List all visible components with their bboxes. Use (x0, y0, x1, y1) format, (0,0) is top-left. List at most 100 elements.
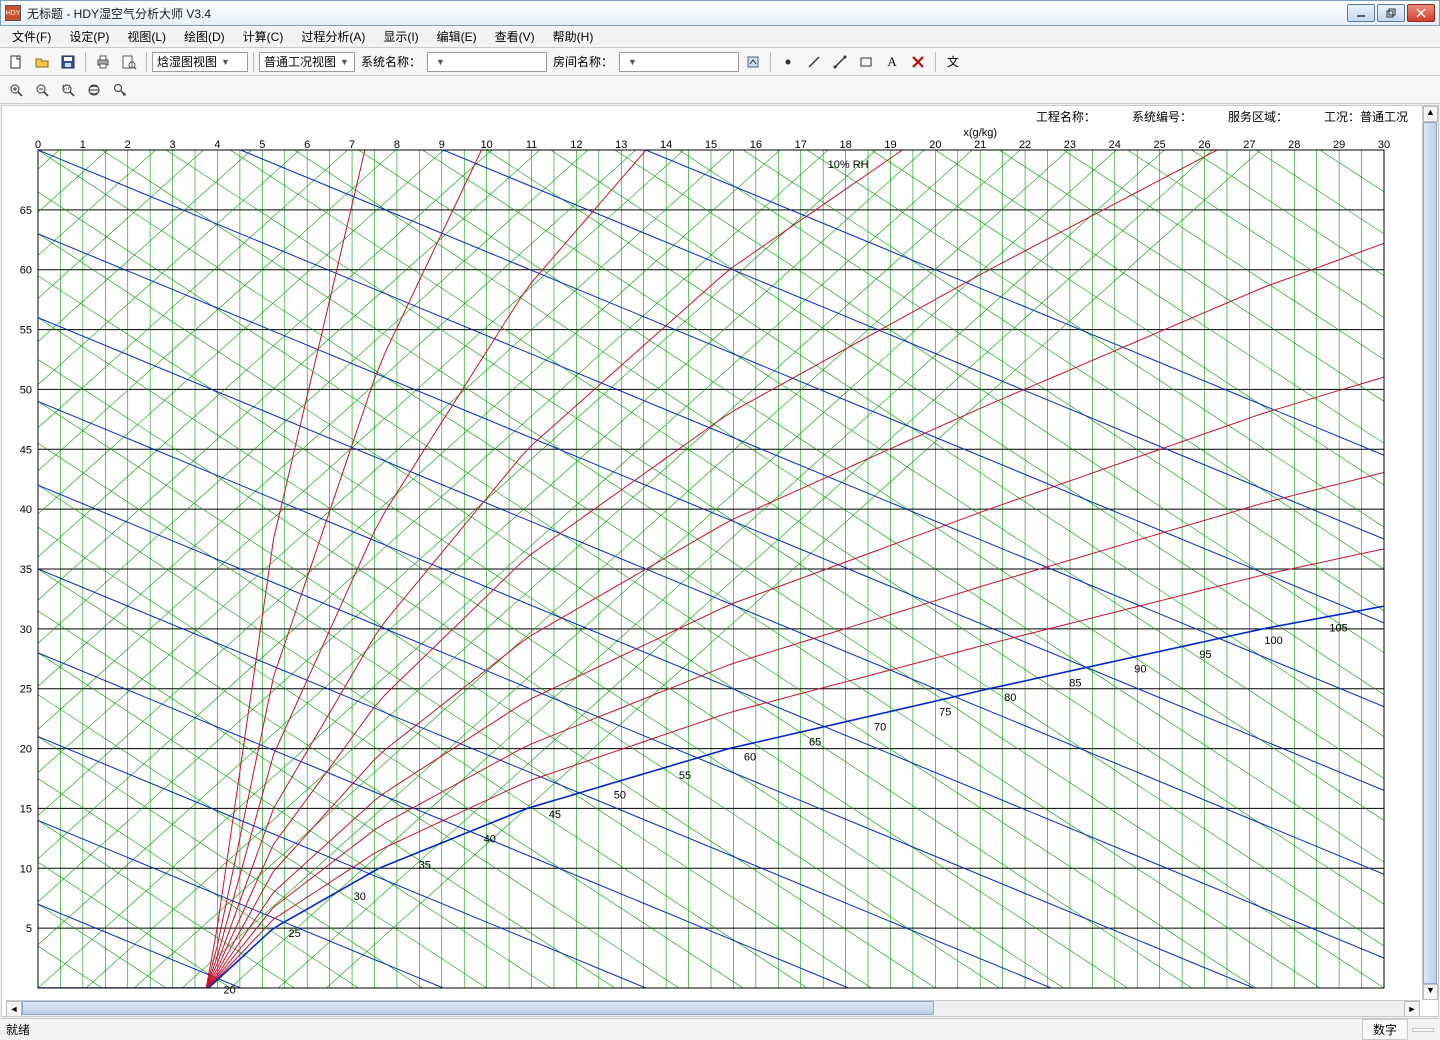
svg-text:15: 15 (705, 139, 717, 151)
open-file-button[interactable] (30, 51, 54, 73)
hscroll-track[interactable] (22, 1001, 1404, 1017)
svg-text:7: 7 (349, 139, 355, 151)
svg-text:30: 30 (1378, 139, 1390, 151)
scroll-right-button[interactable]: ► (1404, 1001, 1420, 1017)
new-file-button[interactable] (4, 51, 28, 73)
svg-text:70: 70 (874, 722, 886, 734)
menu-4[interactable]: 计算(C) (235, 26, 292, 47)
svg-text:80: 80 (1004, 692, 1016, 704)
svg-text:5: 5 (26, 923, 32, 935)
status-ready: 就绪 (6, 1021, 30, 1038)
svg-text:4: 4 (214, 139, 220, 151)
svg-text:18: 18 (839, 139, 851, 151)
svg-text:5: 5 (259, 139, 265, 151)
text-wen-tool-button[interactable]: 文 (941, 51, 965, 73)
pan-button[interactable] (108, 79, 132, 101)
title-bar: HDY 无标题 - HDY湿空气分析大师 V3.4 (0, 0, 1440, 26)
print-button[interactable] (91, 51, 115, 73)
menu-5[interactable]: 过程分析(A) (293, 26, 373, 47)
svg-text:10: 10 (20, 863, 32, 875)
menu-7[interactable]: 编辑(E) (429, 26, 485, 47)
svg-text:85: 85 (1069, 678, 1081, 690)
svg-text:65: 65 (20, 205, 32, 217)
svg-text:14: 14 (660, 139, 672, 151)
menu-6[interactable]: 显示(I) (375, 26, 426, 47)
zoom-window-button[interactable] (56, 79, 80, 101)
svg-text:50: 50 (20, 384, 32, 396)
menu-3[interactable]: 绘图(D) (176, 26, 233, 47)
svg-text:20: 20 (20, 744, 32, 756)
svg-text:40: 40 (20, 504, 32, 516)
menu-bar: 文件(F)设定(P)视图(L)绘图(D)计算(C)过程分析(A)显示(I)编辑(… (0, 26, 1440, 48)
refresh-button[interactable] (741, 51, 765, 73)
print-preview-button[interactable] (117, 51, 141, 73)
chart-container: 工程名称： 系统编号： 服务区域： 工况：普通工况 x(g/kg)0123456… (1, 105, 1439, 1017)
svg-text:6: 6 (304, 139, 310, 151)
svg-text:9: 9 (439, 139, 445, 151)
psychrometric-chart[interactable]: x(g/kg)012345678910111213141516171819202… (2, 106, 1402, 1006)
svg-text:65: 65 (809, 737, 821, 749)
vscroll-thumb[interactable] (1423, 122, 1437, 984)
menu-1[interactable]: 设定(P) (61, 26, 117, 47)
svg-text:8: 8 (394, 139, 400, 151)
svg-text:75: 75 (939, 707, 951, 719)
hscroll-thumb[interactable] (22, 1001, 934, 1015)
vertical-scrollbar[interactable]: ▲ ▼ (1422, 106, 1438, 1000)
view-combo[interactable]: 焓湿图视图 ▼ (152, 52, 248, 72)
zoom-extents-button[interactable] (82, 79, 106, 101)
svg-text:60: 60 (744, 752, 756, 764)
menu-9[interactable]: 帮助(H) (545, 26, 602, 47)
svg-text:21: 21 (974, 139, 986, 151)
svg-text:11: 11 (526, 139, 537, 151)
system-name-combo[interactable]: ▼ (427, 52, 547, 72)
svg-text:100: 100 (1264, 635, 1282, 647)
window-buttons (1347, 4, 1435, 22)
maximize-button[interactable] (1377, 4, 1405, 22)
svg-text:30: 30 (354, 891, 366, 903)
svg-text:95: 95 (1199, 649, 1211, 661)
room-name-label: 房间名称： (549, 53, 617, 70)
svg-text:27: 27 (1243, 139, 1255, 151)
svg-text:30: 30 (20, 624, 32, 636)
rect-tool-button[interactable] (854, 51, 878, 73)
point-tool-button[interactable] (776, 51, 800, 73)
svg-text:29: 29 (1333, 139, 1345, 151)
zoom-toolbar (0, 76, 1440, 104)
segment-tool-button[interactable] (828, 51, 852, 73)
save-button[interactable] (56, 51, 80, 73)
svg-text:17: 17 (795, 139, 807, 151)
vscroll-track[interactable] (1423, 122, 1438, 984)
chevron-down-icon: ▼ (628, 57, 637, 67)
line-tool-button[interactable] (802, 51, 826, 73)
zoom-in-button[interactable] (4, 79, 28, 101)
chevron-down-icon: ▼ (221, 57, 230, 67)
room-name-combo[interactable]: ▼ (619, 52, 739, 72)
scroll-up-button[interactable]: ▲ (1423, 106, 1438, 122)
svg-text:28: 28 (1288, 139, 1300, 151)
svg-text:45: 45 (549, 809, 561, 821)
svg-text:50: 50 (614, 789, 626, 801)
minimize-button[interactable] (1347, 4, 1375, 22)
text-a-tool-button[interactable]: A (880, 51, 904, 73)
svg-text:16: 16 (750, 139, 762, 151)
chart-viewport[interactable]: x(g/kg)012345678910111213141516171819202… (2, 106, 1438, 1016)
svg-text:1: 1 (80, 139, 86, 151)
mode-combo[interactable]: 普通工况视图 ▼ (259, 52, 355, 72)
svg-text:55: 55 (20, 325, 32, 337)
scroll-left-button[interactable]: ◄ (6, 1001, 22, 1017)
menu-0[interactable]: 文件(F) (4, 26, 59, 47)
close-button[interactable] (1407, 4, 1435, 22)
delete-tool-button[interactable] (906, 51, 930, 73)
svg-text:19: 19 (884, 139, 896, 151)
zoom-out-button[interactable] (30, 79, 54, 101)
svg-text:55: 55 (679, 770, 691, 782)
svg-text:13: 13 (615, 139, 627, 151)
horizontal-scrollbar[interactable]: ◄ ► (6, 1000, 1420, 1016)
menu-2[interactable]: 视图(L) (119, 26, 174, 47)
svg-text:10: 10 (481, 139, 493, 151)
svg-text:x(g/kg): x(g/kg) (963, 127, 997, 139)
svg-text:35: 35 (20, 564, 32, 576)
scroll-down-button[interactable]: ▼ (1423, 984, 1438, 1000)
app-icon: HDY (5, 5, 21, 21)
menu-8[interactable]: 查看(V) (487, 26, 543, 47)
